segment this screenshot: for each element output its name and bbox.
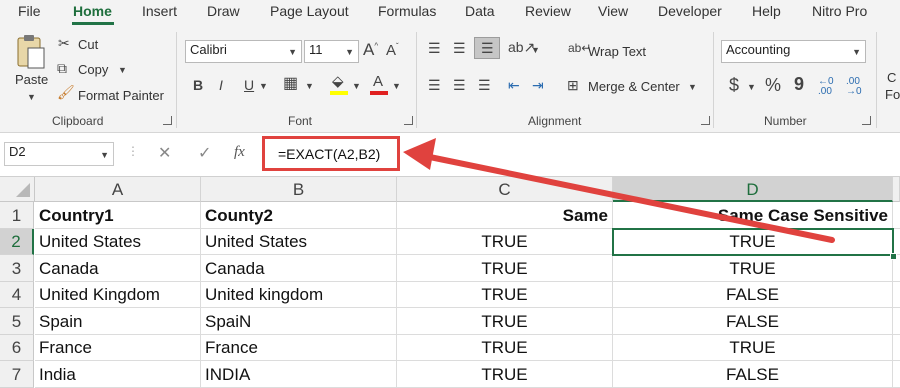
arrow-shaft	[417, 152, 835, 243]
arrow-head-icon	[403, 138, 436, 170]
annotation-arrow	[403, 138, 835, 243]
